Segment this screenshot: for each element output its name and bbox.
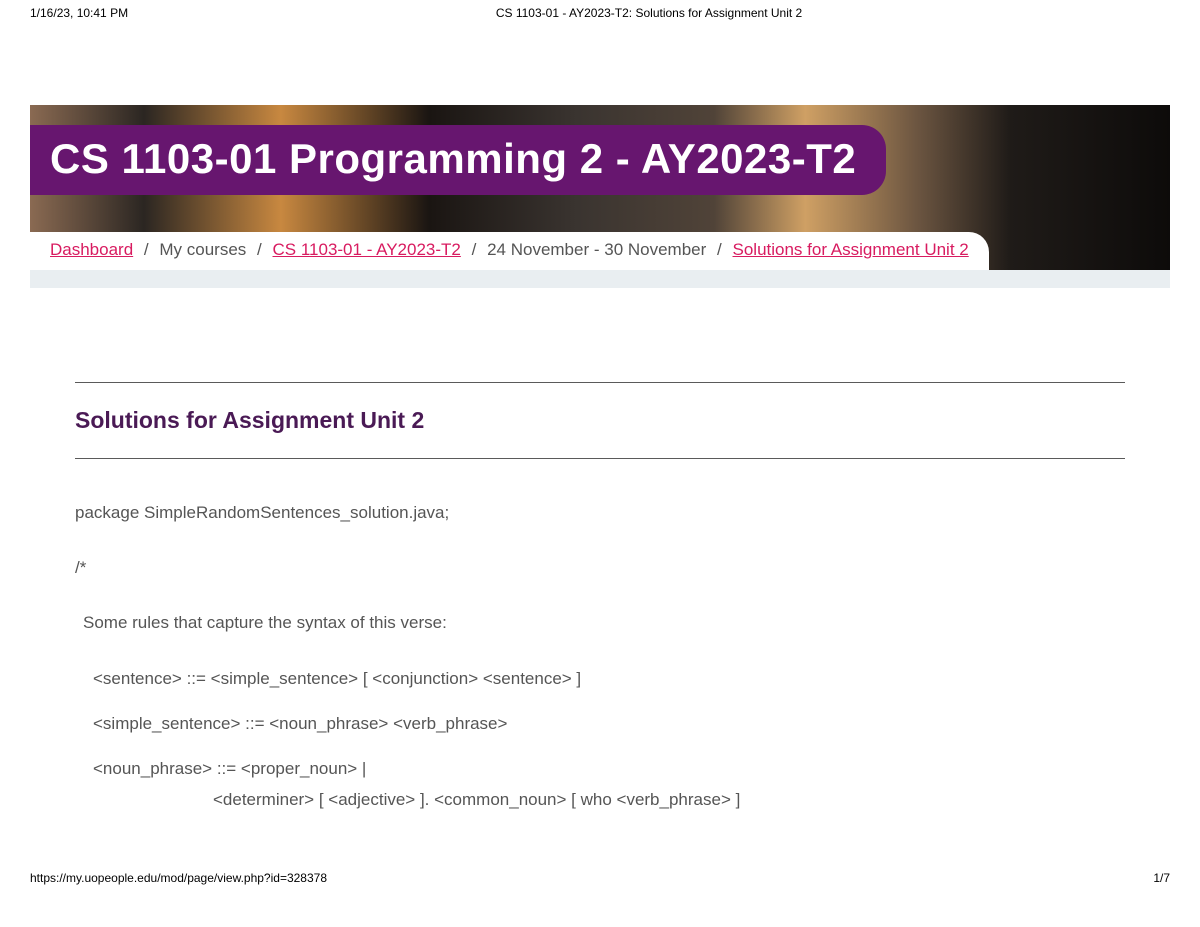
print-page: 1/7 (1153, 871, 1170, 885)
code-package-line: package SimpleRandomSentences_solution.j… (75, 499, 1125, 526)
print-title: CS 1103-01 - AY2023-T2: Solutions for As… (496, 6, 802, 20)
band-spacer (30, 270, 1170, 288)
code-rule-sentence: <sentence> ::= <simple_sentence> [ <conj… (93, 665, 1125, 692)
course-title-chip: CS 1103-01 Programming 2 - AY2023-T2 (30, 125, 886, 195)
breadcrumb-sep: / (257, 240, 262, 259)
main-content: Solutions for Assignment Unit 2 package … (0, 288, 1200, 813)
course-title: CS 1103-01 Programming 2 - AY2023-T2 (50, 135, 856, 183)
breadcrumb-course-link[interactable]: CS 1103-01 - AY2023-T2 (273, 240, 461, 259)
code-open-comment: /* (75, 554, 1125, 581)
code-rule-noun-phrase-a: <noun_phrase> ::= <proper_noun> | (93, 755, 1125, 782)
divider-top (75, 382, 1125, 383)
breadcrumb-week: 24 November - 30 November (487, 240, 706, 259)
code-body: package SimpleRandomSentences_solution.j… (75, 499, 1125, 813)
code-rule-simple-sentence: <simple_sentence> ::= <noun_phrase> <ver… (93, 710, 1125, 737)
hero-banner: CS 1103-01 Programming 2 - AY2023-T2 Das… (30, 105, 1170, 270)
breadcrumb-current[interactable]: Solutions for Assignment Unit 2 (733, 240, 969, 259)
breadcrumb-sep: / (717, 240, 722, 259)
breadcrumb: Dashboard / My courses / CS 1103-01 - AY… (30, 232, 989, 270)
breadcrumb-dashboard[interactable]: Dashboard (50, 240, 133, 259)
print-header: 1/16/23, 10:41 PM CS 1103-01 - AY2023-T2… (0, 0, 1200, 30)
print-url: https://my.uopeople.edu/mod/page/view.ph… (30, 871, 327, 885)
code-rules: <sentence> ::= <simple_sentence> [ <conj… (93, 665, 1125, 814)
breadcrumb-my-courses: My courses (159, 240, 246, 259)
code-intro: Some rules that capture the syntax of th… (83, 609, 1125, 636)
page-title: Solutions for Assignment Unit 2 (75, 407, 1125, 434)
print-timestamp: 1/16/23, 10:41 PM (30, 6, 128, 20)
divider-bottom (75, 458, 1125, 459)
code-rule-noun-phrase-b: <determiner> [ <adjective> ]. <common_no… (213, 786, 1125, 813)
breadcrumb-sep: / (144, 240, 149, 259)
header-band: CS 1103-01 Programming 2 - AY2023-T2 Das… (30, 105, 1170, 288)
breadcrumb-sep: / (472, 240, 477, 259)
print-footer: https://my.uopeople.edu/mod/page/view.ph… (0, 831, 1200, 893)
